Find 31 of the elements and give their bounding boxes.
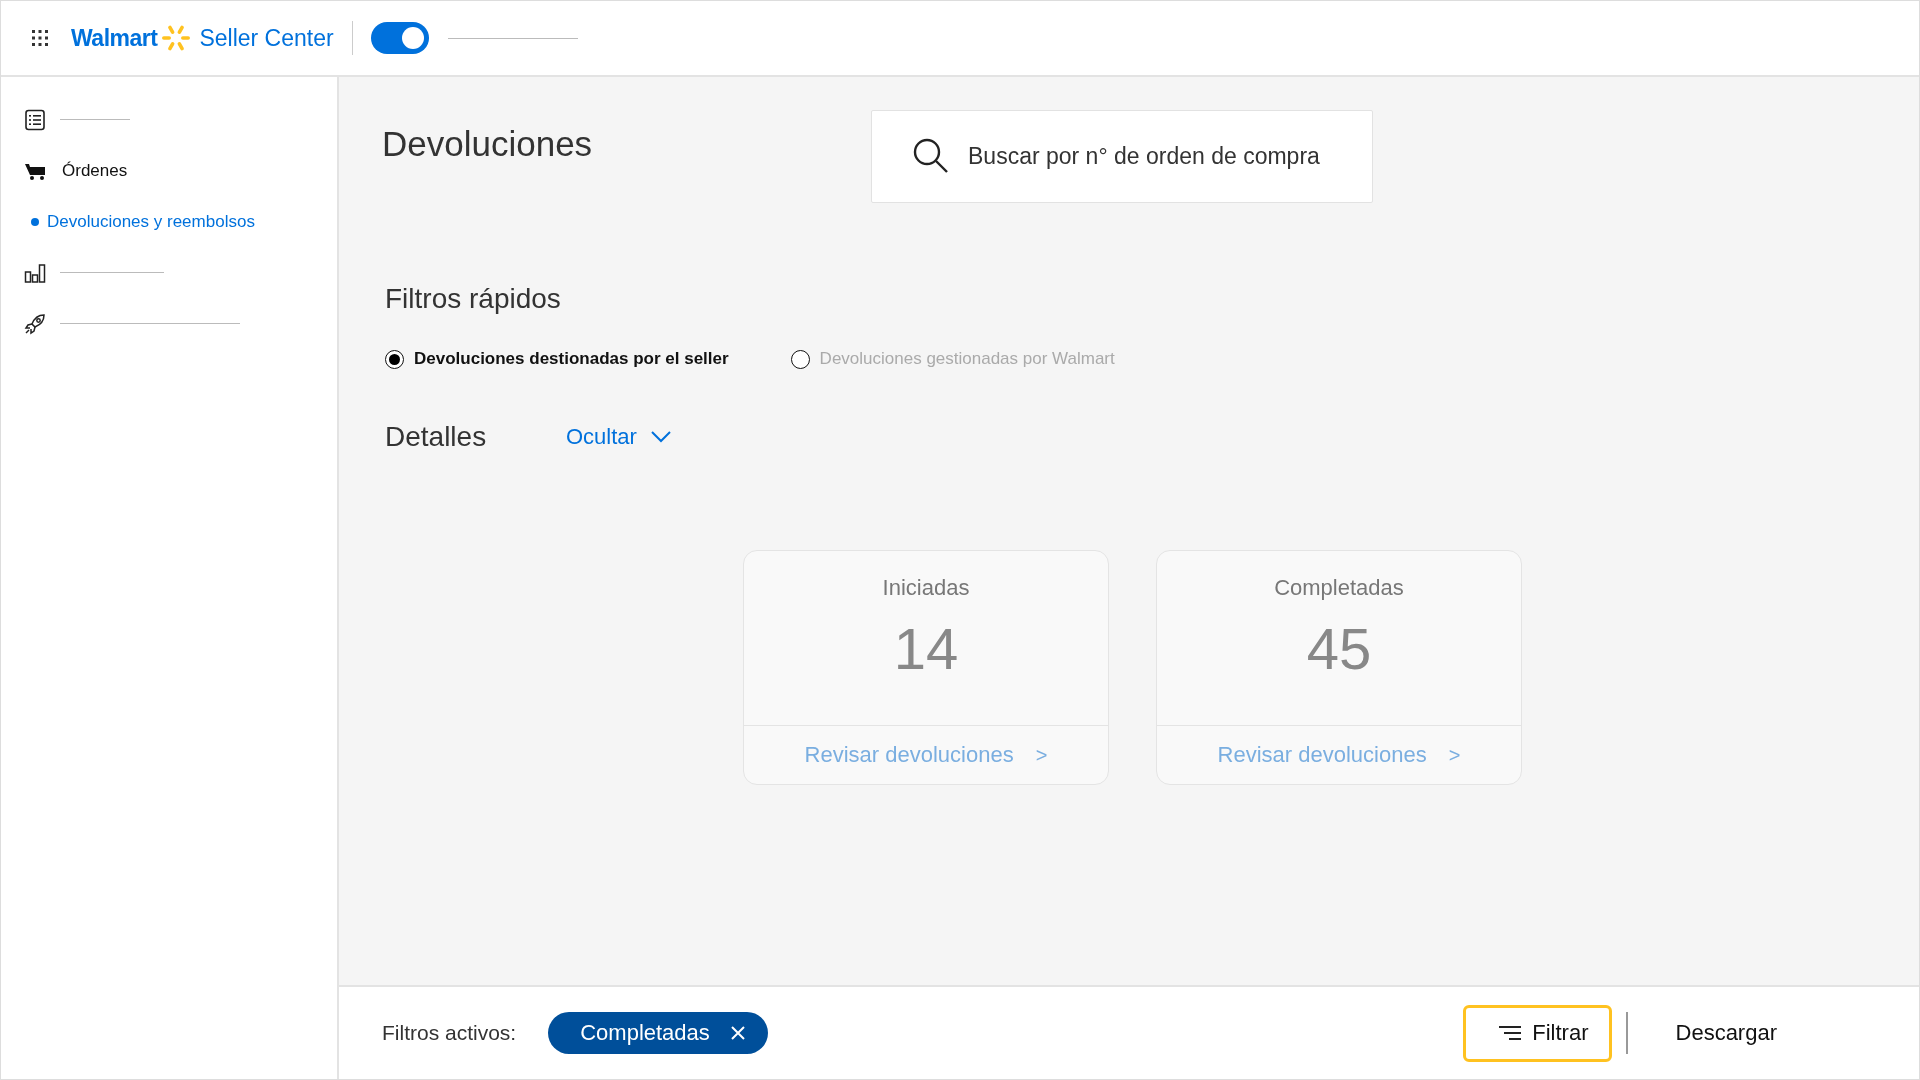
card-label: Iniciadas bbox=[882, 575, 970, 601]
section-title: Filtros rápidos bbox=[385, 283, 562, 315]
search-field[interactable]: Buscar por n° de orden de compra bbox=[871, 110, 1373, 203]
filter-lines-icon bbox=[1498, 1025, 1523, 1041]
nav-subitem[interactable]: Devoluciones y reembolsos bbox=[47, 211, 255, 232]
radio-button[interactable] bbox=[790, 349, 810, 369]
radio-button[interactable] bbox=[385, 349, 404, 369]
toggle-switch[interactable] bbox=[370, 22, 429, 54]
hide-toggle[interactable]: Ocultar bbox=[566, 424, 671, 450]
radio-label[interactable]: Devoluciones destionadas por el seller bbox=[414, 349, 729, 369]
card-value: 45 bbox=[1306, 615, 1372, 682]
page-title: Devoluciones bbox=[382, 124, 594, 164]
spark-icon bbox=[161, 23, 192, 53]
product-name: Seller Center bbox=[199, 24, 334, 52]
rocket-icon bbox=[24, 312, 46, 335]
bar-chart-icon bbox=[24, 261, 46, 284]
brand-name: Walmart bbox=[71, 24, 158, 52]
close-icon bbox=[729, 1025, 746, 1041]
apps-grid-icon[interactable] bbox=[29, 27, 51, 49]
nav-item[interactable]: Órdenes bbox=[62, 160, 128, 181]
card-label: Completadas bbox=[1274, 575, 1404, 601]
section-title: Detalles bbox=[385, 421, 488, 453]
chevron-icon bbox=[650, 431, 671, 443]
card-value: 14 bbox=[893, 615, 959, 682]
download-button[interactable]: Descargar bbox=[1665, 1020, 1787, 1046]
filter-chip[interactable]: Completadas bbox=[548, 1012, 768, 1054]
active-filters-label: Filtros activos: bbox=[382, 1021, 517, 1045]
filter-button[interactable]: Filtrar bbox=[1463, 1004, 1612, 1062]
placeholder-line bbox=[60, 119, 130, 120]
bullet-icon bbox=[31, 217, 39, 226]
list-icon bbox=[24, 108, 46, 131]
